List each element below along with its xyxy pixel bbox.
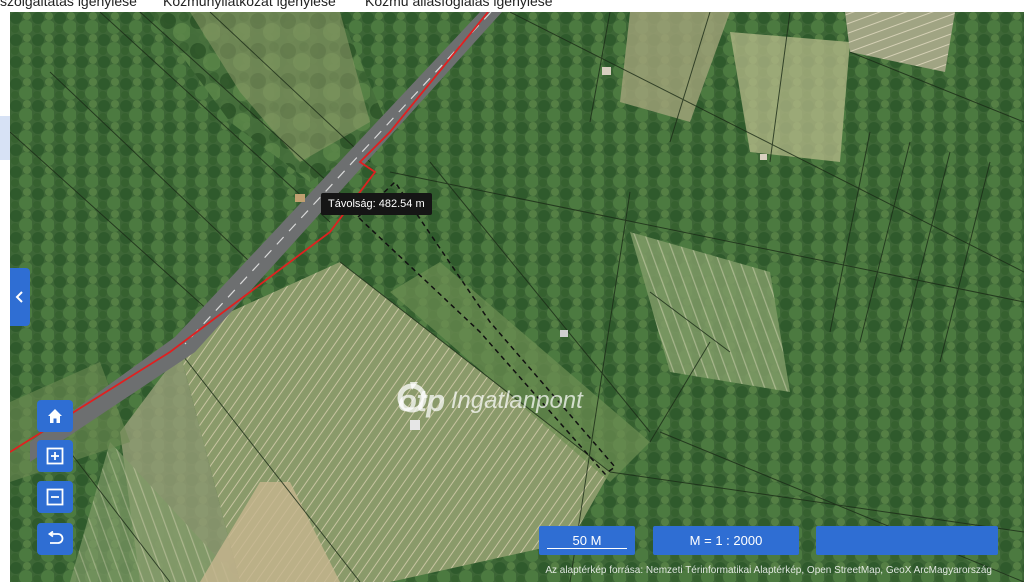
- otp-logo-icon: [397, 382, 427, 413]
- scale-ratio-label: M = 1 : 2000: [689, 533, 763, 548]
- watermark-brand-text: Ingatlanpont: [450, 387, 583, 414]
- top-tab-bar: szolgáltatás igénylése Közműnyilatkozat …: [0, 0, 1024, 12]
- zoom-out-button[interactable]: [37, 481, 73, 513]
- zoom-in-button[interactable]: [37, 440, 73, 472]
- tab-utility-position[interactable]: Közmű állásfoglalás igénylése: [365, 0, 553, 9]
- tab-service-request[interactable]: szolgáltatás igénylése: [0, 0, 137, 9]
- sidebar-edge: [0, 116, 10, 160]
- scale-ratio: M = 1 : 2000: [653, 526, 799, 555]
- map-attribution: Az alaptérkép forrása: Nemzeti Térinform…: [545, 565, 992, 576]
- distance-measure-tooltip: Távolság: 482.54 m: [321, 193, 432, 215]
- tab-utility-statement[interactable]: Közműnyilatkozat igénylése: [163, 0, 336, 9]
- undo-button[interactable]: [37, 523, 73, 555]
- watermark: otp Ingatlanpont: [396, 380, 583, 422]
- map-view[interactable]: Távolság: 482.54 m otp Ingatlanpont Az a…: [10, 12, 1024, 582]
- sidebar-toggle-button[interactable]: [10, 268, 30, 326]
- coordinate-box: [816, 526, 998, 555]
- home-icon: [48, 409, 62, 423]
- undo-icon: [47, 531, 64, 544]
- scale-bar-label: 50 M: [572, 533, 602, 548]
- zoom-in-icon: [46, 447, 64, 465]
- scale-bar-line: [547, 548, 627, 549]
- home-button[interactable]: [37, 400, 73, 432]
- scale-bar: 50 M: [539, 526, 635, 555]
- zoom-out-icon: [46, 488, 64, 506]
- chevron-left-icon: [15, 291, 23, 303]
- satellite-imagery: [10, 12, 1024, 582]
